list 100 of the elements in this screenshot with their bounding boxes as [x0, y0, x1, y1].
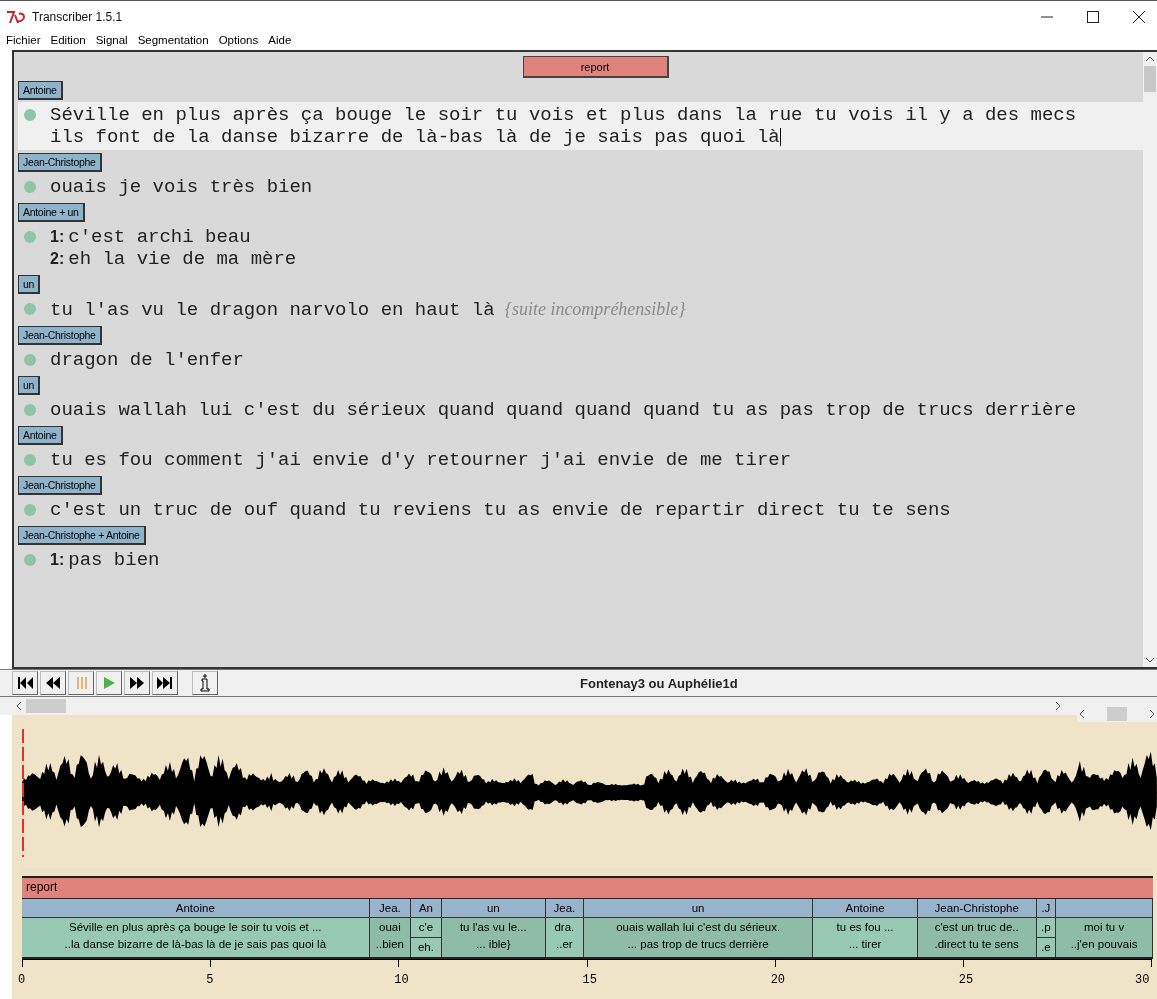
sync-dot-icon [24, 231, 36, 244]
transcript-text: tu es fou comment j'ai envie d'y retourner j'ai envie de me tirer [50, 449, 792, 472]
menu-item[interactable]: Segmentation [137, 34, 209, 47]
maximize-icon[interactable] [1087, 10, 1099, 23]
fast-forward-icon [129, 676, 145, 691]
sync-dot-icon [24, 504, 36, 517]
utterance-block[interactable]: dragon de l'enfer [18, 347, 1143, 374]
overlap-number: 1: [50, 550, 65, 571]
scroll-left-icon[interactable] [1079, 709, 1085, 719]
vertical-scrollbar[interactable] [1143, 52, 1157, 668]
menu-item[interactable]: Signal [95, 34, 128, 47]
utterance-block[interactable]: 1: c'est archi beau 2: eh la vie de ma mère [18, 224, 1143, 273]
sync-dot-icon [24, 303, 36, 316]
text-segment[interactable]: ouais wallah lui c'est du sérieux. ... pas trop de trucs derrière [583, 918, 813, 957]
transcript-text: c'est un truc de ouf quand tu reviens tu as envie de repartir direct tu te sens [50, 499, 951, 522]
utterance-block[interactable]: tu l'as vu le dragon narvolo en haut là {suite incompréhensible} [18, 296, 1143, 324]
transcript-text: dragon de l'enfer [50, 349, 244, 372]
rewind-button[interactable] [40, 671, 66, 696]
go-to-start-button[interactable] [12, 671, 38, 696]
speaker-segment[interactable]: An [411, 899, 441, 918]
skip-to-start-icon [17, 676, 33, 691]
text-segment[interactable]: moi tu v ..j'en pouvais [1056, 918, 1152, 957]
scroll-thumb[interactable] [26, 699, 66, 713]
menu-item[interactable]: Fichier [6, 34, 41, 47]
speaker-segment[interactable]: Antoine [813, 899, 917, 918]
speaker-segment[interactable]: Jea. [545, 899, 583, 918]
utterance-block[interactable]: 1: pas bien [18, 547, 1143, 574]
speaker-segment[interactable]: Jea. [369, 899, 411, 918]
transcript-text: tu l'as vu le dragon narvolo en haut là [50, 299, 495, 322]
speaker-button[interactable]: un [18, 275, 41, 295]
transcript-text: Séville en plus après ça bouge le soir tu vois et plus dans la rue tu vois il y a des mecs [50, 104, 1077, 127]
utterance-block[interactable]: c'est un truc de ouf quand tu reviens tu as envie de repartir direct tu te sens [18, 497, 1143, 524]
text-cursor [779, 128, 782, 147]
transcript-text: c'est archi beau [68, 226, 251, 249]
transcript-text: ils font de la danse bizarre de là-bas là de je sais pas quoi là [50, 126, 780, 149]
text-segment[interactable]: ouai ..bien [369, 918, 411, 957]
speaker-button[interactable]: Antoine [18, 426, 63, 446]
axis-tick-label: 20 [770, 973, 786, 987]
speaker-segment[interactable] [1056, 899, 1152, 918]
transcript-text: ouais wallah lui c'est du sérieux quand quand quand quand tu as pas trop de trucs derrière [50, 399, 1077, 422]
speaker-segment[interactable]: .J [1036, 899, 1056, 918]
close-icon[interactable] [1133, 10, 1145, 23]
scroll-thumb[interactable] [1144, 66, 1156, 93]
scroll-up-icon[interactable] [1145, 56, 1155, 63]
speaker-segment[interactable]: un [441, 899, 545, 918]
utterance-block[interactable]: ouais wallah lui c'est du sérieux quand quand quand quand tu as pas trop de trucs derrière [18, 397, 1143, 424]
sync-dot-icon [24, 554, 36, 567]
app-logo-icon [6, 9, 26, 24]
scroll-thumb[interactable] [1107, 707, 1127, 721]
speaker-segment[interactable]: Jean-Christophe [917, 899, 1036, 918]
speaker-button[interactable]: Jean-Christophe + Antoine [18, 526, 146, 546]
axis-tick-label: 15 [582, 973, 597, 987]
utterance-block[interactable]: ouais je vois très bien [18, 174, 1143, 201]
text-segment[interactable]: c'est un truc de.. .direct tu te sens [917, 918, 1036, 957]
sync-dot-icon [24, 454, 36, 467]
text-segment[interactable]: tu es fou ... ... tirer [813, 918, 917, 957]
pause-button[interactable] [68, 671, 94, 696]
speaker-button[interactable]: Jean-Christophe [18, 326, 102, 346]
speaker-segment[interactable]: Antoine [22, 899, 369, 918]
speaker-button[interactable]: Antoine [18, 81, 63, 101]
scroll-right-icon[interactable] [1149, 709, 1155, 719]
speaker-button[interactable]: Jean-Christophe [18, 476, 102, 496]
fast-forward-button[interactable] [124, 671, 150, 696]
play-button[interactable] [96, 671, 122, 696]
play-icon [101, 676, 117, 691]
text-segment[interactable]: tu l'as vu le... ... ible} [441, 918, 545, 957]
speaker-button[interactable]: Jean-Christophe [18, 153, 102, 173]
speaker-button[interactable]: un [18, 376, 41, 396]
menu-item[interactable]: Options [218, 34, 259, 47]
transcript-text: ouais je vois très bien [50, 176, 313, 199]
overlap-number: 2: [50, 249, 65, 270]
axis-tick-label: 30 [1135, 973, 1150, 987]
section-button[interactable]: report [522, 56, 669, 79]
transcript-text: eh la vie de ma mère [68, 248, 297, 271]
sync-dot-icon [24, 404, 36, 417]
section-segment[interactable]: report [22, 876, 1153, 898]
sync-dot-icon [24, 354, 36, 367]
menu-item[interactable]: Edition [50, 34, 86, 47]
scroll-right-icon[interactable] [1055, 701, 1061, 711]
utterance-block[interactable]: Séville en plus après ça bouge le soir tu vois et plus dans la rue tu vois il y a des mecs ils font de la danse bizarre de là-bas là de je sais pas quoi là [18, 102, 1143, 151]
sync-dot-icon [24, 109, 36, 122]
file-title: Fontenay3 ou Auphélie1d [580, 675, 738, 691]
text-segment[interactable]: Séville en plus après ça bouge le soir tu vois et ... ..la danse bizarre de là-bas là de je sais pas quoi là [22, 918, 369, 957]
info-button[interactable] [192, 671, 218, 696]
speaker-button[interactable]: Antoine + un [18, 203, 85, 223]
scroll-left-icon[interactable] [16, 701, 22, 711]
text-segment[interactable]: c'e [411, 918, 441, 938]
menu-item[interactable]: Aide [268, 34, 292, 47]
skip-to-end-icon [157, 676, 173, 691]
axis-tick-label: 10 [394, 973, 409, 987]
overlap-number: 1: [50, 227, 65, 248]
rewind-icon [45, 676, 61, 691]
speaker-segment[interactable]: un [583, 899, 813, 918]
comment-text: {suite incompréhensible} [504, 298, 686, 321]
axis-tick-label: 25 [958, 973, 974, 987]
go-to-end-button[interactable] [152, 671, 178, 696]
axis-tick-label: 0 [18, 973, 26, 987]
scroll-down-icon[interactable] [1145, 657, 1155, 664]
utterance-block[interactable]: tu es fou comment j'ai envie d'y retourner j'ai envie de me tirer [18, 447, 1143, 474]
window-title: Transcriber 1.5.1 [32, 9, 123, 24]
